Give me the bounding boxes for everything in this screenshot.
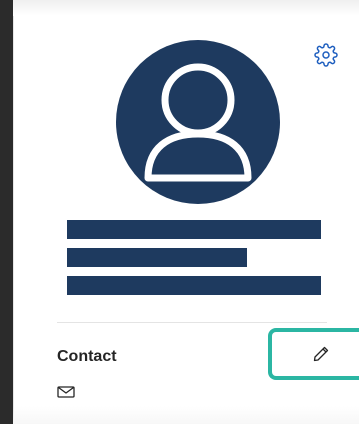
edit-contact-button[interactable] bbox=[268, 328, 359, 380]
redacted-name-bar bbox=[67, 220, 321, 239]
contact-section-title: Contact bbox=[57, 348, 117, 365]
envelope-icon bbox=[57, 386, 75, 398]
settings-button[interactable] bbox=[313, 42, 339, 68]
avatar bbox=[116, 40, 280, 204]
gear-icon bbox=[314, 43, 338, 67]
pencil-icon bbox=[311, 344, 331, 364]
card-bottom-fade bbox=[13, 406, 359, 424]
redacted-department-bar bbox=[67, 276, 321, 295]
redacted-title-bar bbox=[67, 248, 247, 267]
card-top-shadow bbox=[13, 0, 359, 16]
screenshot-frame: Contact bbox=[0, 0, 359, 424]
section-divider bbox=[57, 322, 327, 323]
person-icon bbox=[144, 63, 252, 182]
